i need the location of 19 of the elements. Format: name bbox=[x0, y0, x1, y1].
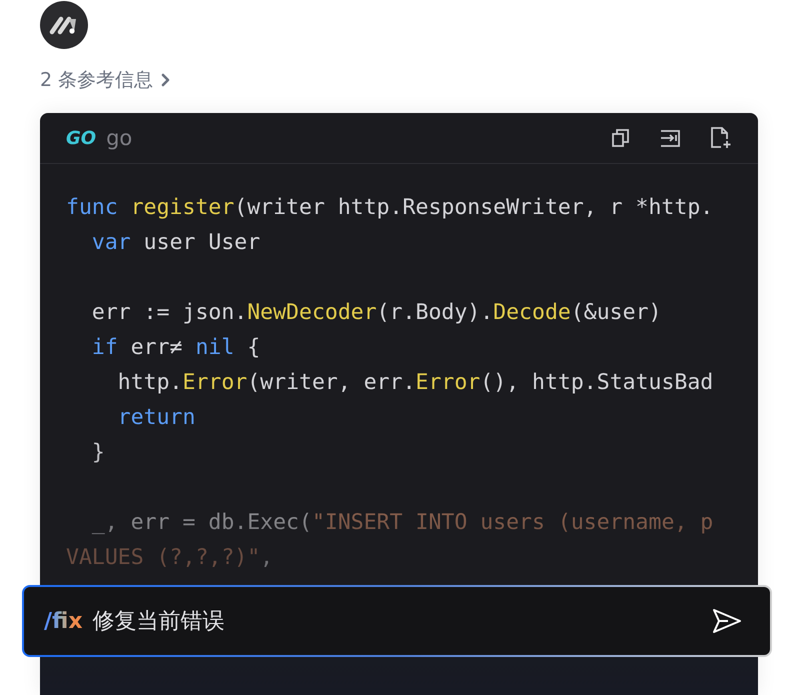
copy-icon[interactable] bbox=[610, 127, 632, 149]
code-line: VALUES (?,?,?)", bbox=[66, 545, 274, 570]
prompt-input[interactable]: /fix 修复当前错误 bbox=[22, 585, 772, 657]
code-line: err := json.NewDecoder(r.Body).Decode(&user) bbox=[90, 300, 662, 325]
insert-icon[interactable] bbox=[658, 127, 682, 149]
language-label: go bbox=[106, 126, 132, 150]
prompt-text: 修复当前错误 bbox=[92, 608, 225, 636]
new-file-icon[interactable] bbox=[708, 126, 732, 150]
code-line: var user User bbox=[90, 230, 260, 255]
go-logo: GO bbox=[66, 128, 96, 148]
code-line: _, err = db.Exec("INSERT INTO users (username, p bbox=[90, 510, 714, 535]
chevron-right-icon bbox=[161, 73, 172, 87]
code-line: } bbox=[90, 440, 105, 465]
code-line: func register(writer http.ResponseWriter, r *http. bbox=[66, 195, 714, 220]
send-icon[interactable] bbox=[712, 608, 742, 634]
code-line: http.Error(writer, err.Error(), http.StatusBad bbox=[116, 370, 714, 395]
code-line: return bbox=[116, 405, 196, 430]
references-link[interactable]: 2 条参考信息 bbox=[40, 67, 172, 93]
code-line: if err≠ nil { bbox=[90, 335, 260, 360]
